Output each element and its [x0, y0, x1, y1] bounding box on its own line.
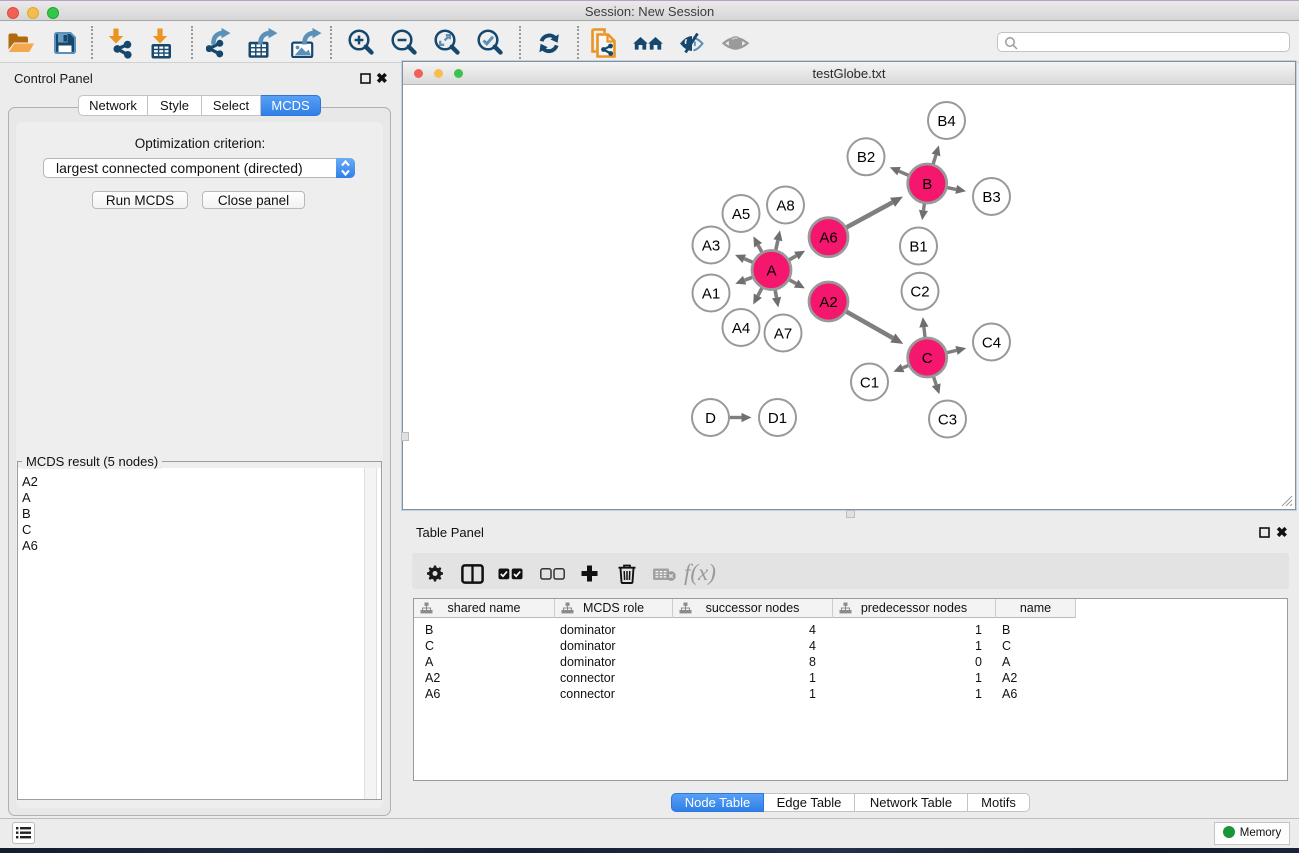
svg-text:A5: A5: [732, 206, 750, 223]
svg-text:D: D: [705, 410, 716, 427]
svg-text:B2: B2: [857, 149, 875, 166]
svg-text:A6: A6: [819, 230, 837, 247]
svg-text:A3: A3: [702, 237, 720, 254]
svg-text:C1: C1: [860, 374, 879, 391]
svg-text:C4: C4: [982, 334, 1001, 351]
svg-text:A7: A7: [774, 325, 792, 342]
svg-text:C3: C3: [938, 411, 957, 428]
svg-text:A1: A1: [702, 285, 720, 302]
svg-text:B4: B4: [937, 113, 955, 130]
svg-text:B: B: [922, 176, 932, 193]
svg-text:C: C: [922, 350, 933, 367]
svg-text:A8: A8: [776, 197, 794, 214]
svg-text:C2: C2: [910, 284, 929, 301]
svg-text:D1: D1: [768, 410, 787, 427]
svg-text:B3: B3: [982, 189, 1000, 206]
svg-text:A: A: [766, 262, 776, 279]
svg-text:A4: A4: [732, 320, 750, 337]
svg-text:A2: A2: [819, 294, 837, 311]
svg-text:B1: B1: [909, 238, 927, 255]
